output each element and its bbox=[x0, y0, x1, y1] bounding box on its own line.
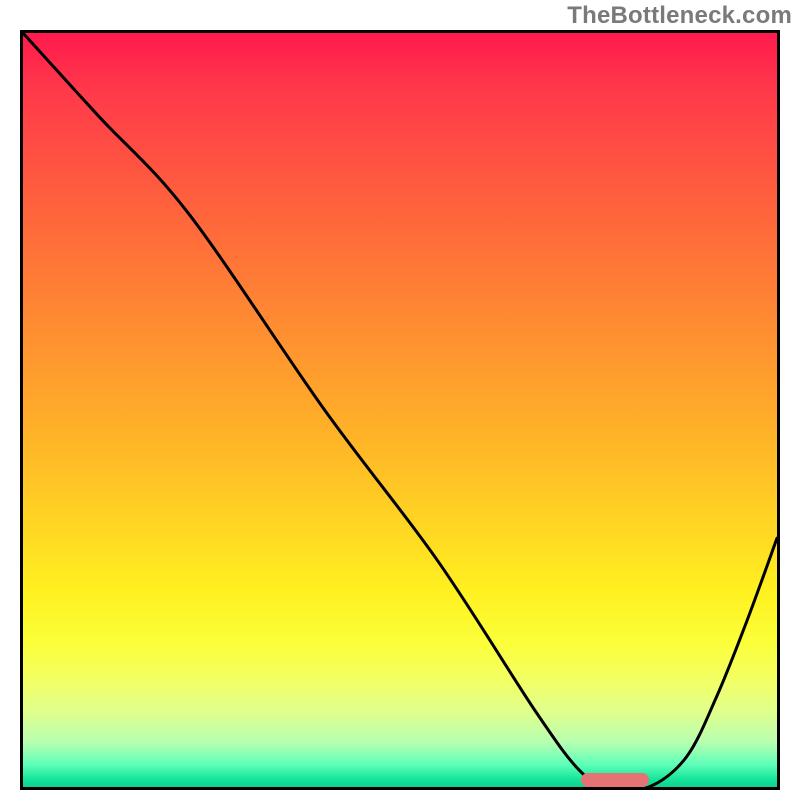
watermark-text: TheBottleneck.com bbox=[567, 2, 792, 30]
chart-canvas: TheBottleneck.com bbox=[0, 0, 800, 800]
bottleneck-curve bbox=[23, 33, 777, 787]
optimal-range-marker bbox=[581, 773, 649, 787]
plot-area bbox=[20, 30, 780, 790]
